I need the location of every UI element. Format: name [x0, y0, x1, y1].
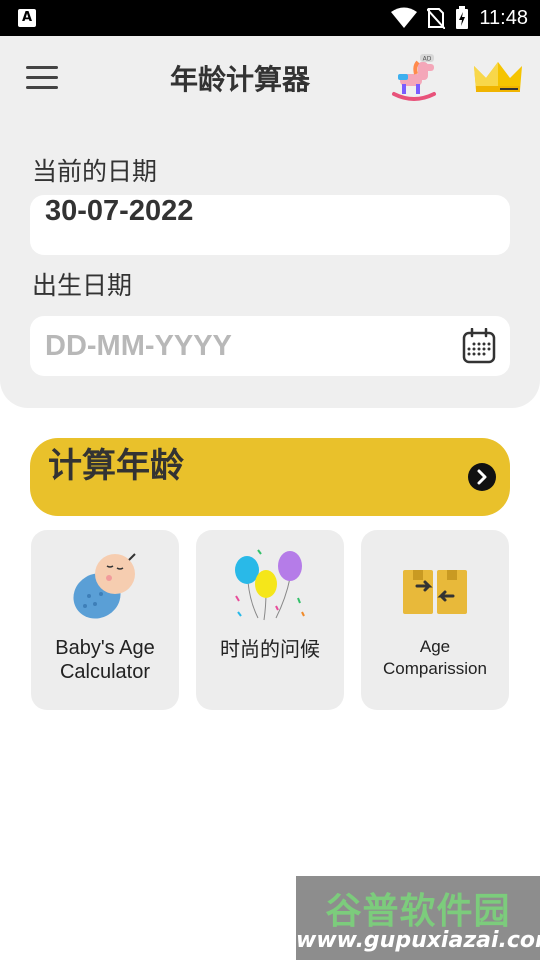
battery-icon	[456, 6, 469, 29]
crown-icon[interactable]	[470, 58, 526, 98]
watermark-brand: 谷普软件园	[325, 891, 511, 932]
clock: 11:48	[479, 6, 528, 29]
greetings-card[interactable]: 时尚的问候	[196, 530, 344, 710]
baby-icon	[73, 553, 136, 619]
svg-text:AD: AD	[423, 56, 432, 63]
wifi-icon	[391, 7, 418, 28]
watermark-url: www.gupuxiazai.com	[296, 928, 540, 953]
watermark: 谷普软件园 www.gupuxiazai.com	[296, 876, 540, 960]
balloons-icon	[235, 549, 305, 621]
arrow-right-icon	[468, 463, 496, 491]
page-title: 年龄计算器	[169, 63, 310, 96]
birth-date-field	[30, 316, 510, 376]
current-date-field: 30-07-2022	[30, 195, 510, 255]
birth-date-input[interactable]	[30, 316, 470, 376]
calculate-age-label: 计算年龄	[48, 446, 184, 486]
age-comparison-card[interactable]: Age Comparission	[361, 530, 509, 710]
birth-date-label: 出生日期	[32, 271, 133, 300]
greetings-label: 时尚的问候	[220, 637, 320, 661]
calculate-age-button[interactable]: 计算年龄	[30, 438, 510, 516]
rocking-horse-icon[interactable]: AD	[388, 52, 440, 102]
current-date-label: 当前的日期	[32, 157, 158, 186]
age-comparison-label: Age Comparission	[383, 637, 487, 678]
status-bar: A 11:48	[0, 0, 540, 36]
notification-icon: A	[18, 9, 36, 27]
baby-age-calculator-card[interactable]: Baby's Age Calculator	[31, 530, 179, 710]
menu-icon[interactable]	[26, 66, 58, 90]
current-date-value: 30-07-2022	[45, 195, 194, 227]
baby-age-calculator-label: Baby's Age Calculator	[55, 637, 155, 683]
status-icons: 11:48	[391, 6, 528, 30]
no-sim-icon	[427, 8, 446, 29]
compare-boxes-icon	[403, 570, 467, 614]
calendar-icon[interactable]	[462, 328, 496, 364]
